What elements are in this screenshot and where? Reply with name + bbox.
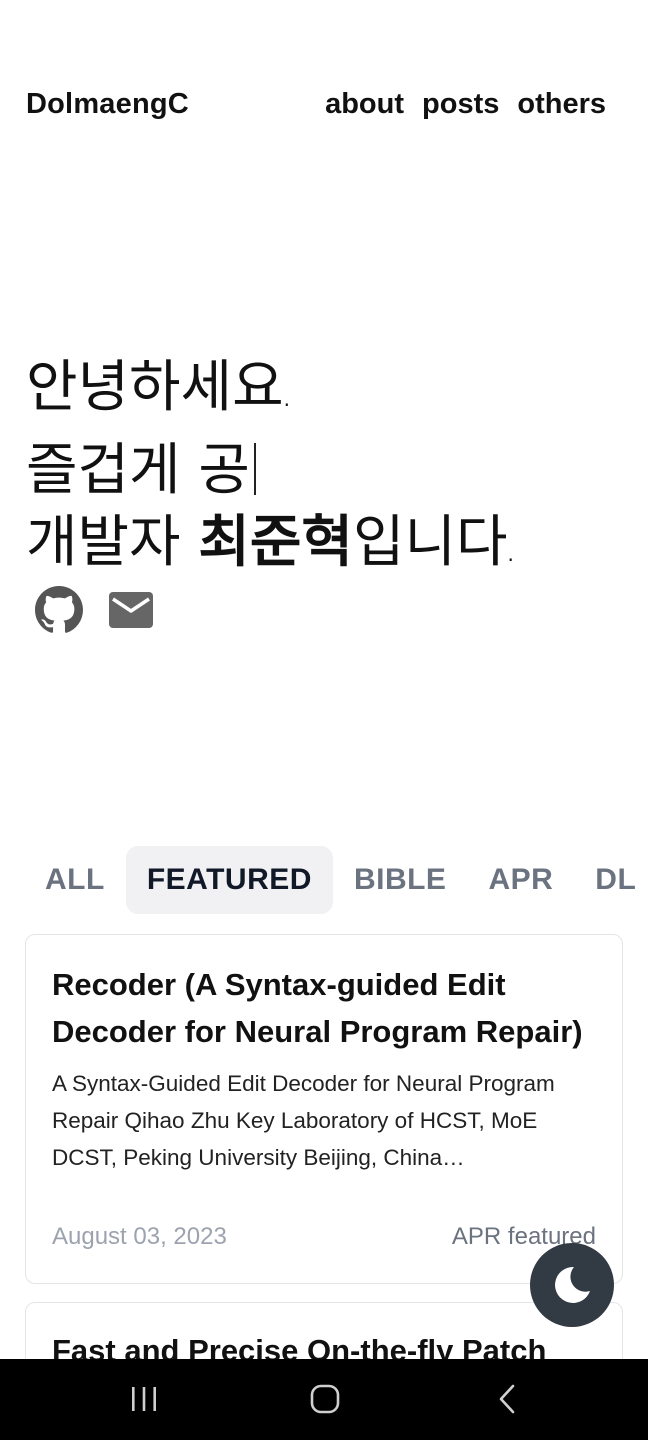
- post-description: A Syntax-Guided Edit Decoder for Neural …: [52, 1071, 555, 1170]
- moon-icon: [555, 1266, 590, 1303]
- home-icon[interactable]: [308, 1379, 342, 1419]
- site-header: DolmaengC about posts others: [26, 84, 606, 124]
- post-title[interactable]: Recoder (A Syntax-guided Edit Decoder fo…: [52, 961, 612, 1055]
- mail-icon: [109, 592, 153, 628]
- intro-typing-line: 즐겁게 공: [26, 435, 626, 507]
- tab-all[interactable]: ALL: [24, 846, 126, 914]
- social-links: [34, 585, 156, 635]
- main-nav: about posts others: [325, 88, 606, 121]
- system-navigation-bar: [0, 1359, 648, 1440]
- typing-cursor: [253, 443, 256, 495]
- greeting-period: .: [283, 387, 290, 411]
- tab-dl[interactable]: DL: [574, 846, 648, 914]
- author-name: 최준혁: [198, 510, 353, 575]
- intro-greeting: 안녕하세요.: [26, 352, 626, 435]
- github-link[interactable]: [34, 585, 84, 635]
- name-period: .: [507, 542, 514, 566]
- post-card[interactable]: Recoder (A Syntax-guided Edit Decoder fo…: [25, 934, 623, 1284]
- intro-prefix: 개발자: [26, 510, 199, 575]
- intro-name-line: 개발자 최준혁입니다.: [26, 507, 626, 590]
- tab-bible[interactable]: BIBLE: [333, 846, 468, 914]
- site-logo[interactable]: DolmaengC: [26, 88, 189, 121]
- intro-suffix: 입니다: [352, 510, 508, 575]
- nav-posts-link[interactable]: posts: [422, 88, 499, 121]
- theme-toggle-button[interactable]: [530, 1243, 614, 1327]
- intro-section: 안녕하세요. 즐겁게 공 개발자 최준혁입니다.: [26, 352, 626, 590]
- tab-apr[interactable]: APR: [467, 846, 574, 914]
- nav-about-link[interactable]: about: [325, 88, 404, 121]
- github-icon: [35, 586, 83, 633]
- page: DolmaengC about posts others 안녕하세요. 즐겁게 …: [0, 0, 648, 1440]
- back-icon[interactable]: [492, 1379, 522, 1419]
- recents-icon[interactable]: [128, 1379, 160, 1419]
- greeting-text: 안녕하세요: [26, 355, 284, 420]
- tab-featured[interactable]: FEATURED: [125, 846, 333, 914]
- nav-others-link[interactable]: others: [517, 88, 606, 121]
- post-date: August 03, 2023: [52, 1223, 227, 1250]
- category-tabs: ALL FEATURED BIBLE APR DL: [24, 846, 648, 914]
- typing-text: 즐겁게 공: [26, 438, 250, 503]
- mail-link[interactable]: [106, 585, 156, 635]
